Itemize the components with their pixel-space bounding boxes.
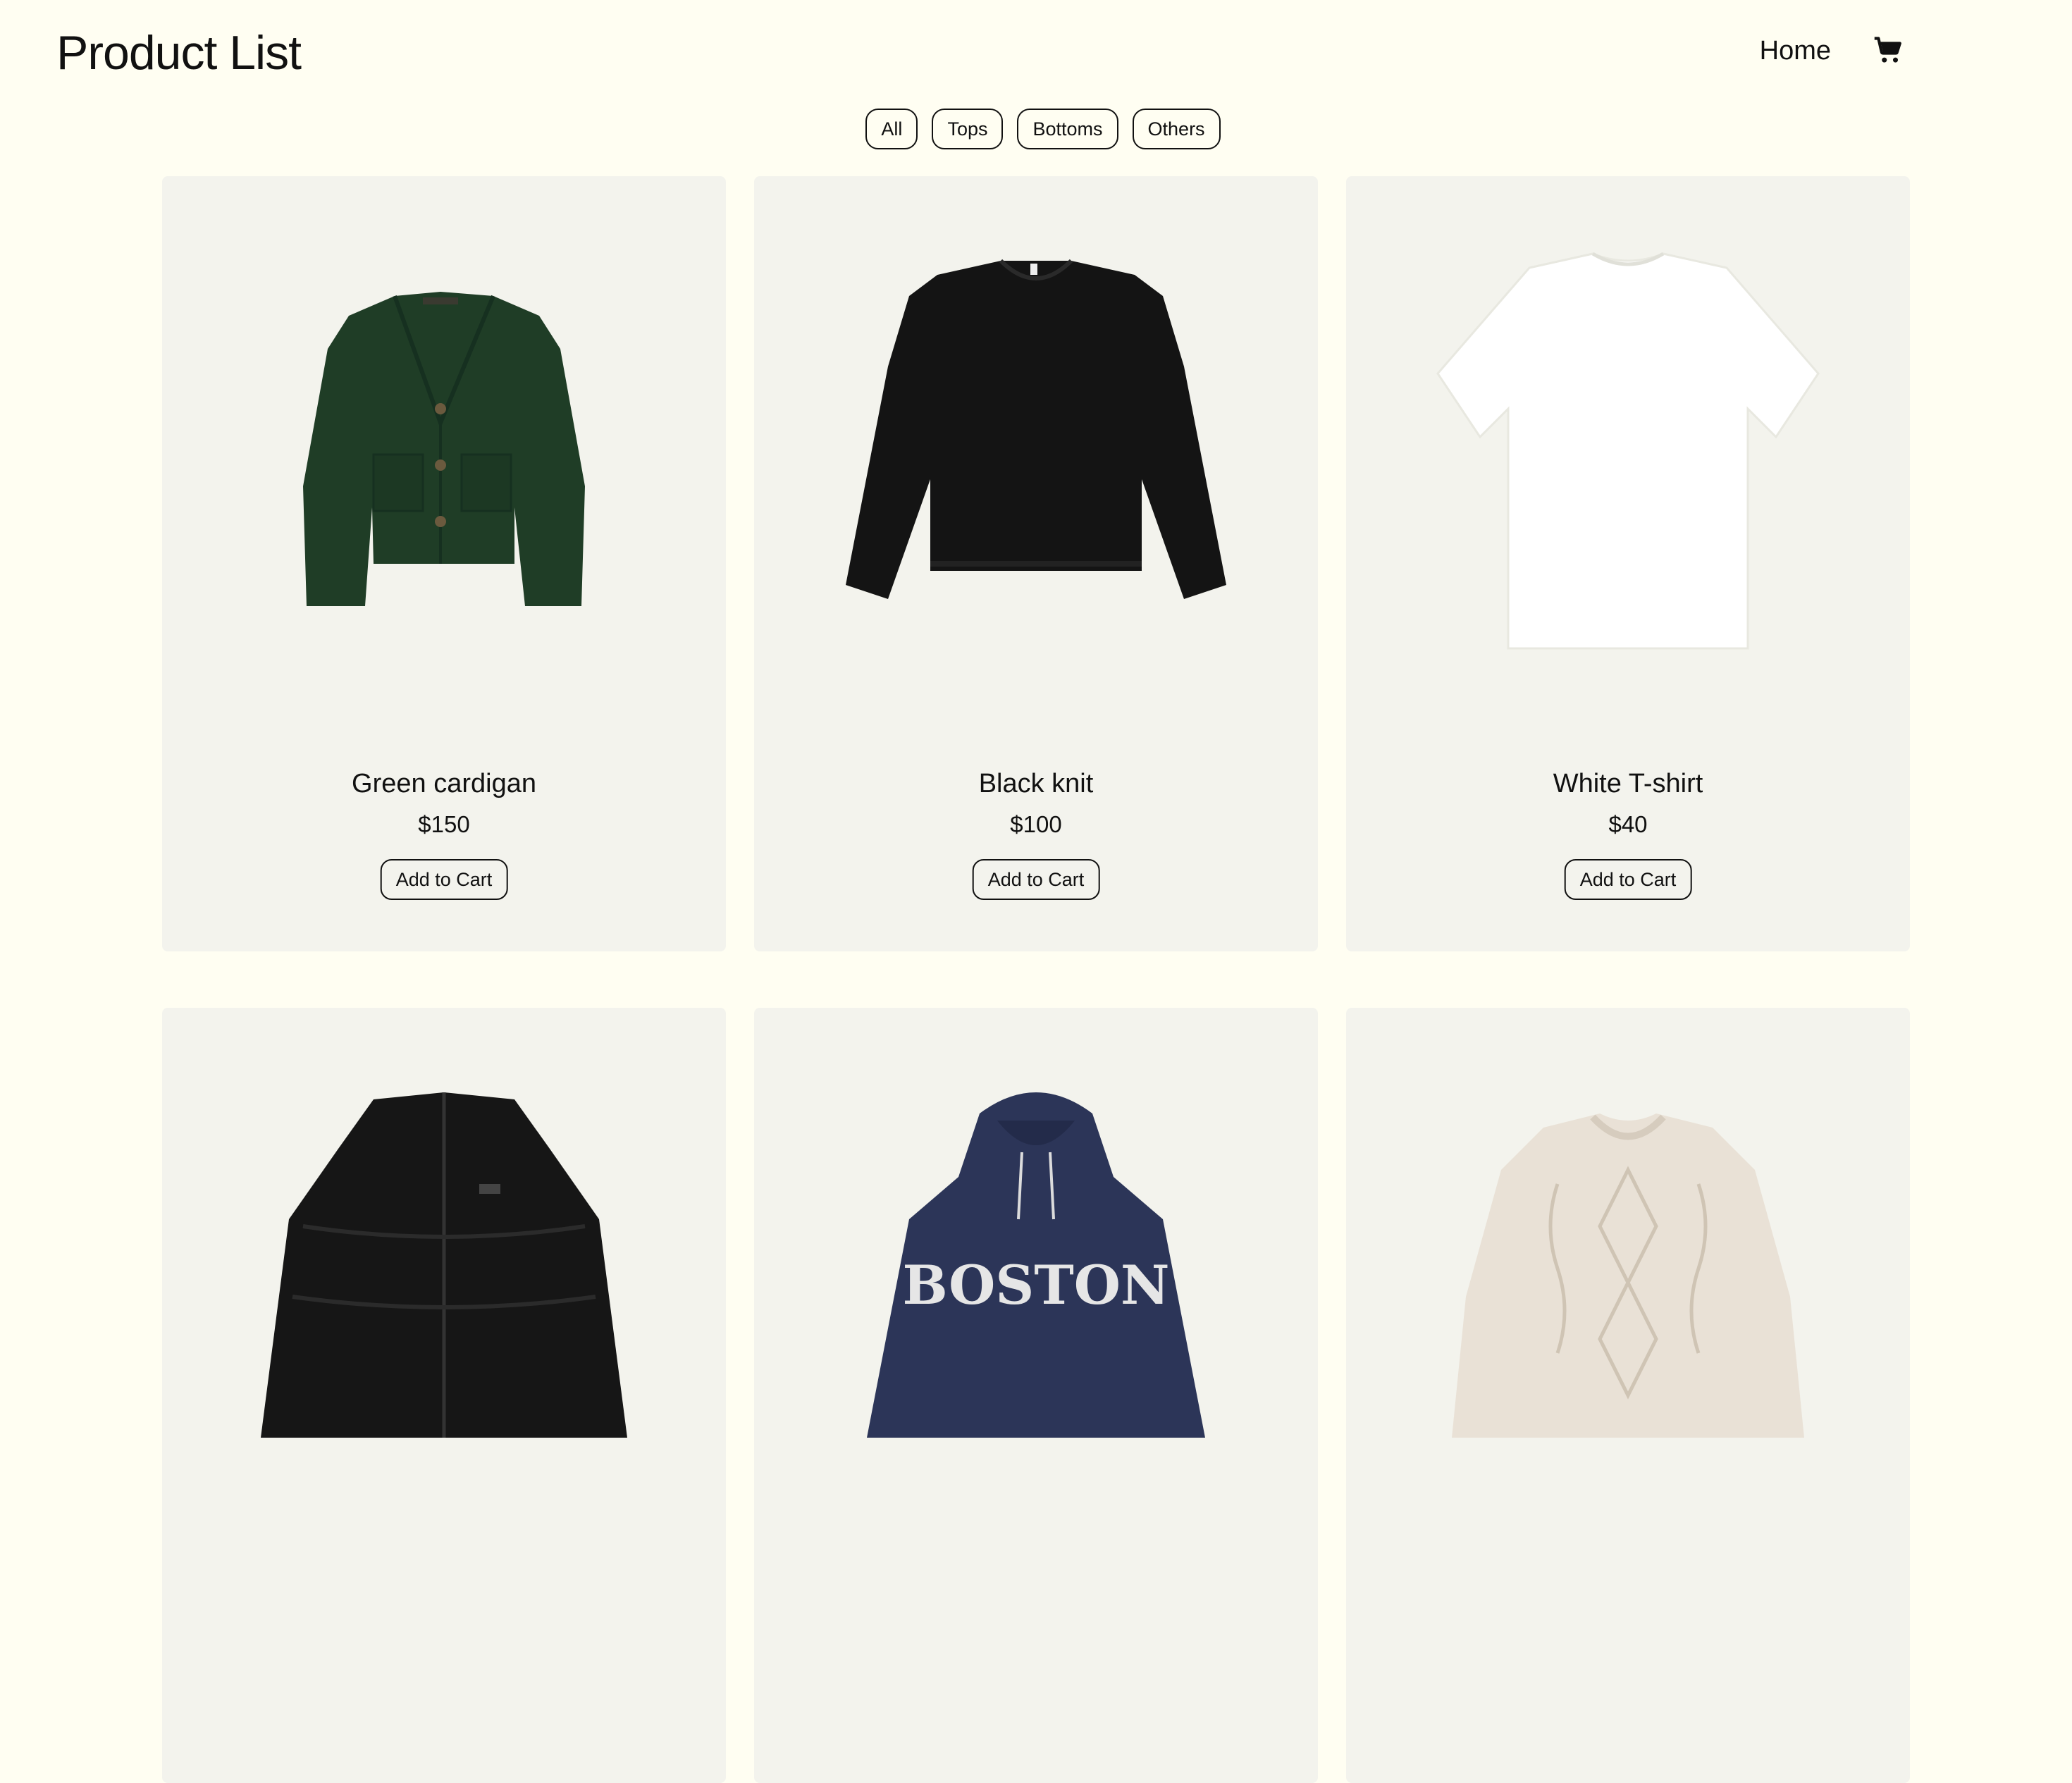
product-name: Black knit [978,769,1094,798]
cream-cable-knit-sweater-image [1346,1008,1910,1557]
header: Product List Home [0,0,2072,106]
page-title: Product List [56,26,302,80]
category-filters: All Tops Bottoms Others [0,109,2072,149]
product-card: Black knit $100 Add to Cart [754,176,1318,951]
product-name: White T-shirt [1553,769,1703,798]
white-tshirt-image [1346,176,1910,726]
product-name: Green cardigan [352,769,536,798]
navy-boston-hoodie-image: BOSTON [754,1008,1318,1557]
product-card [1346,1008,1910,1783]
product-price: $100 [1010,811,1062,837]
add-to-cart-button[interactable]: Add to Cart [380,859,508,900]
hoodie-print-text: BOSTON [903,1254,1170,1316]
product-price: $40 [1608,811,1648,837]
product-card: White T-shirt $40 Add to Cart [1346,176,1910,951]
black-puffer-jacket-image [162,1008,726,1557]
product-card: Green cardigan $150 Add to Cart [162,176,726,951]
product-card [162,1008,726,1783]
product-price: $150 [418,811,470,837]
add-to-cart-button[interactable]: Add to Cart [972,859,1100,900]
shopping-cart-icon[interactable] [1873,36,1903,66]
filter-tops-button[interactable]: Tops [932,109,1004,149]
add-to-cart-button[interactable]: Add to Cart [1564,859,1692,900]
product-grid: Green cardigan $150 Add to Cart Black kn… [162,176,1910,1783]
nav-home-link[interactable]: Home [1760,31,1831,70]
filter-others-button[interactable]: Others [1132,109,1221,149]
black-knit-sweater-image [754,176,1318,726]
product-card: BOSTON [754,1008,1318,1783]
green-cardigan-image [162,176,726,726]
filter-all-button[interactable]: All [865,109,918,149]
top-nav: Home [1760,31,1903,70]
filter-bottoms-button[interactable]: Bottoms [1017,109,1118,149]
